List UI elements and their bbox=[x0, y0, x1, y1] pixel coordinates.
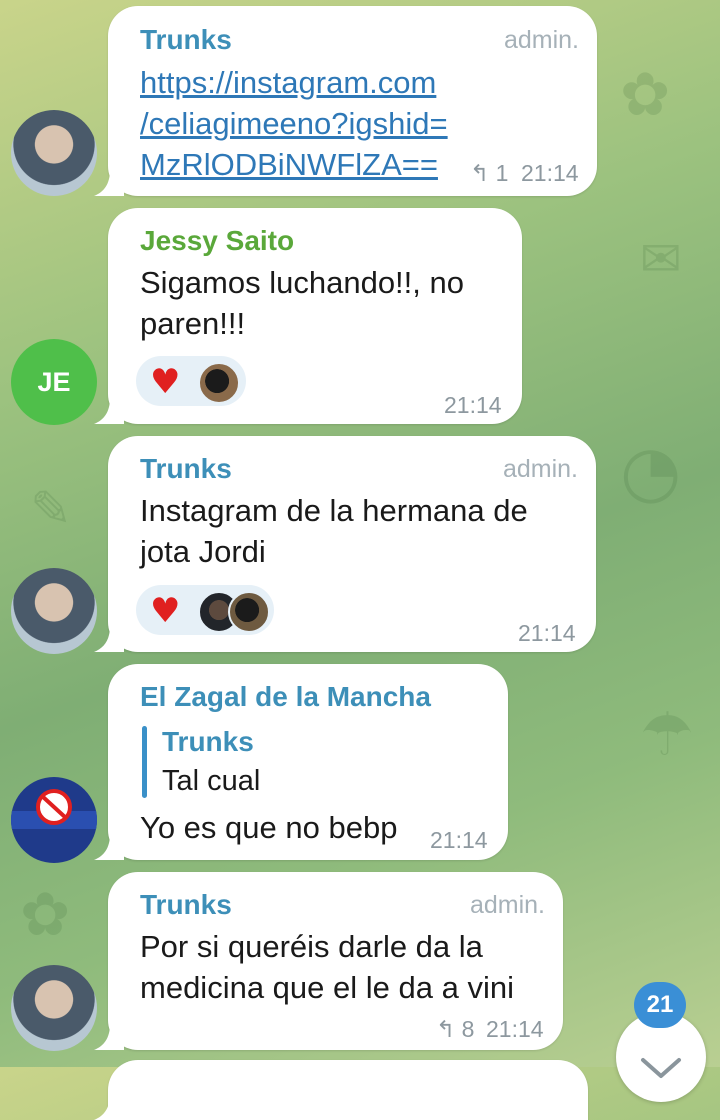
admin-label: admin. bbox=[502, 455, 578, 483]
avatar-logo-icon bbox=[11, 789, 97, 829]
message-time: 21:14 bbox=[518, 620, 576, 646]
quote-text[interactable]: Tal cual bbox=[162, 761, 260, 802]
message-text: Por si queréis darle da la medicina que … bbox=[140, 929, 514, 1005]
reactor-avatar bbox=[228, 591, 270, 633]
message-text: Sigamos luchando!!, no paren!!! bbox=[140, 265, 464, 341]
sender-name[interactable]: El Zagal de la Mancha bbox=[140, 681, 431, 713]
sender-name[interactable]: Trunks bbox=[140, 889, 232, 921]
background-doodle: ✿ bbox=[620, 60, 671, 130]
heart-reaction-icon: ♥ bbox=[150, 362, 181, 402]
message-time: 21:14 bbox=[521, 160, 579, 186]
reactor-avatar bbox=[198, 362, 240, 404]
message-bubble[interactable]: Trunks admin. https://instagram.com /cel… bbox=[108, 6, 597, 196]
admin-label: admin. bbox=[469, 891, 545, 919]
background-doodle: ✿ bbox=[20, 880, 71, 950]
replies-count[interactable]: ↰ 1 bbox=[470, 160, 508, 187]
message-bubble[interactable]: El Zagal de la Mancha Trunks Tal cual Yo… bbox=[108, 664, 508, 860]
quote-bar bbox=[142, 726, 147, 798]
message-text: Instagram de la hermana de jota Jordi bbox=[140, 493, 528, 569]
message-bubble[interactable]: Trunks admin. Instagram de la hermana de… bbox=[108, 436, 596, 652]
background-doodle: ☂ bbox=[640, 700, 694, 770]
message-bubble[interactable] bbox=[108, 1060, 588, 1120]
chevron-down-icon bbox=[641, 1058, 681, 1078]
instagram-link[interactable]: https://instagram.com /celiagimeeno?igsh… bbox=[140, 62, 448, 185]
admin-label: admin. bbox=[503, 26, 579, 54]
message-bubble[interactable]: Trunks admin. Por si queréis darle da la… bbox=[108, 872, 563, 1050]
message-time: 21:14 bbox=[486, 1016, 544, 1042]
reactions-bar[interactable]: ♥ bbox=[136, 356, 246, 406]
reply-arrow-icon: ↰ bbox=[436, 1016, 456, 1042]
quote-sender[interactable]: Trunks bbox=[162, 726, 254, 758]
avatar-initials: JE bbox=[37, 366, 71, 397]
heart-reaction-icon: ♥ bbox=[150, 591, 181, 631]
unread-count-badge[interactable]: 21 bbox=[634, 982, 686, 1028]
background-doodle: ◔ bbox=[620, 430, 682, 512]
reply-arrow-icon: ↰ bbox=[470, 160, 490, 186]
sender-name[interactable]: Trunks bbox=[140, 453, 232, 485]
background-doodle: ✎ bbox=[30, 480, 72, 538]
avatar-jessy-saito[interactable]: JE bbox=[11, 339, 97, 425]
sender-name[interactable]: Trunks bbox=[140, 24, 232, 56]
background-doodle: ✉ bbox=[640, 230, 682, 288]
message-time: 21:14 bbox=[444, 392, 502, 418]
reactions-bar[interactable]: ♥ bbox=[136, 585, 274, 635]
message-text: Yo es que no bebp bbox=[140, 810, 398, 845]
avatar-trunks[interactable] bbox=[11, 110, 97, 196]
avatar-el-zagal[interactable] bbox=[11, 777, 97, 863]
message-bubble[interactable]: Jessy Saito Sigamos luchando!!, no paren… bbox=[108, 208, 522, 424]
replies-count[interactable]: ↰ 8 bbox=[436, 1016, 474, 1043]
message-time: 21:14 bbox=[430, 827, 488, 853]
avatar-trunks[interactable] bbox=[11, 568, 97, 654]
sender-name[interactable]: Jessy Saito bbox=[140, 225, 294, 257]
avatar-trunks[interactable] bbox=[11, 965, 97, 1051]
